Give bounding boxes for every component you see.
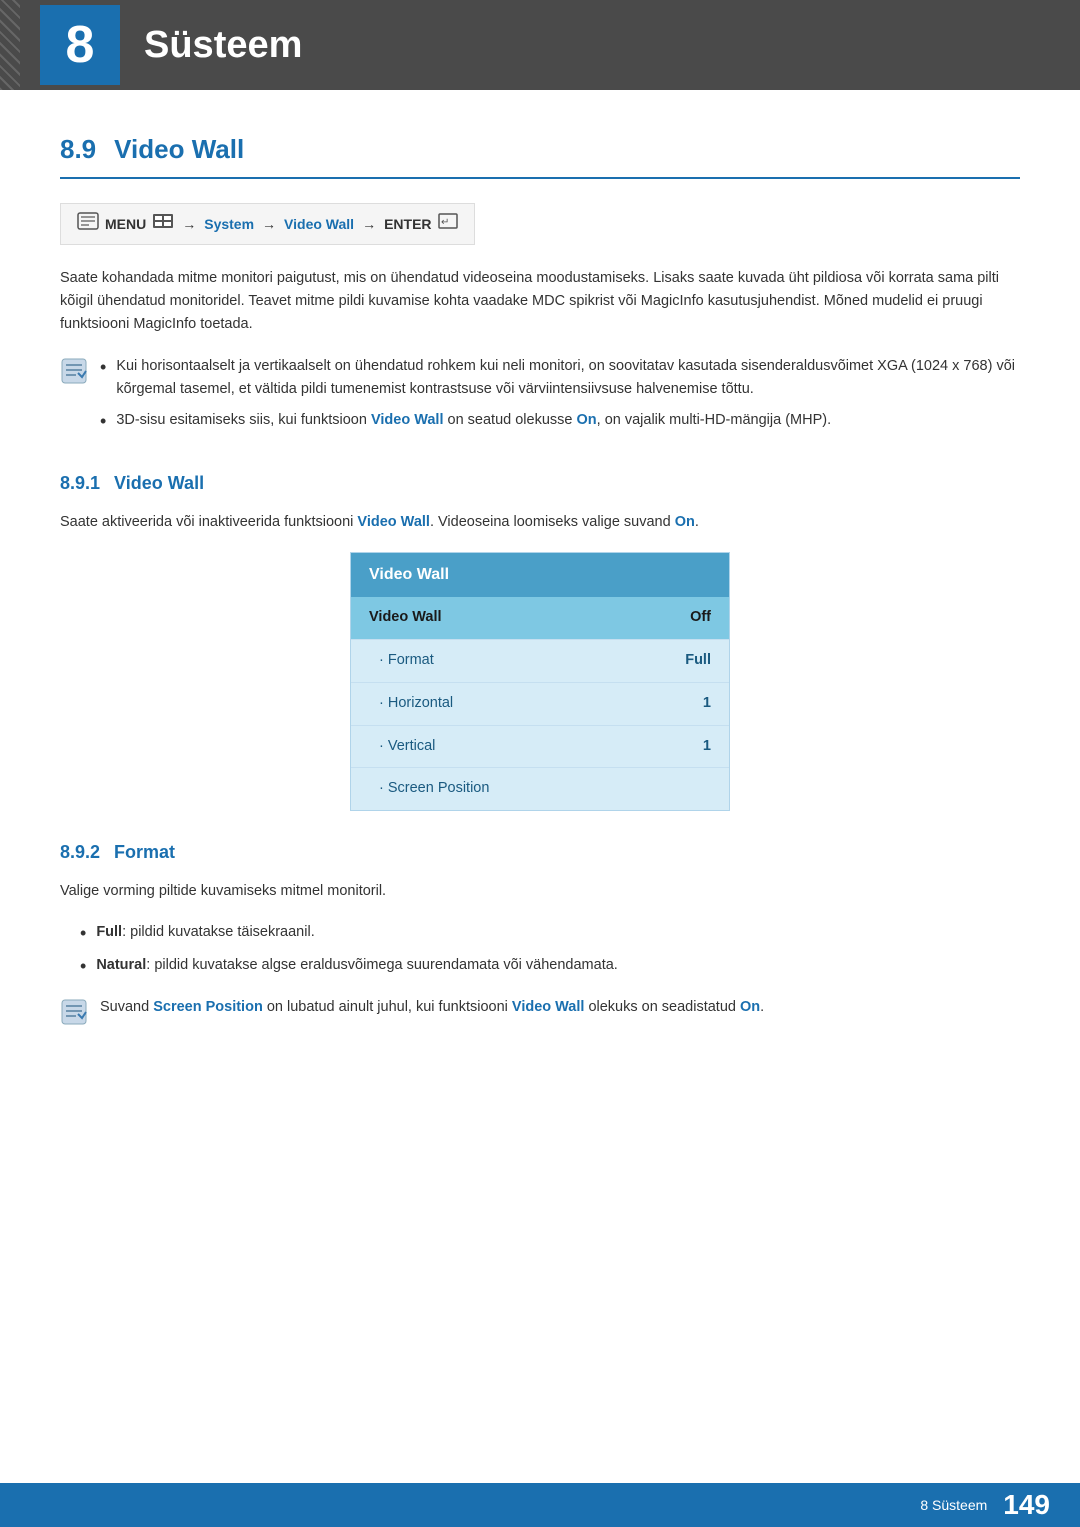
section-892-title: Format (114, 839, 175, 866)
remote-icon (77, 212, 99, 236)
format-bullet-full: Full: pildid kuvatakse täisekraanil. (80, 921, 1020, 946)
note-box-2: Suvand Screen Position on lubatud ainult… (60, 996, 1020, 1026)
menu-label: MENU (105, 214, 146, 235)
arrow-1: → (182, 214, 196, 235)
main-content: 8.9 Video Wall MENU → System → Video (0, 90, 1080, 1096)
section-892-heading: 8.9.2 Format (60, 839, 1020, 866)
footer-page: 149 (1003, 1484, 1050, 1526)
note-icon-2 (60, 998, 88, 1026)
section-89-number: 8.9 (60, 130, 96, 169)
menu-path-bar: MENU → System → Video Wall → ENTER ↵ (60, 203, 475, 245)
chapter-title: Süsteem (144, 17, 302, 74)
enter-icon: ↵ (438, 213, 458, 235)
menu-row-vertical: · Vertical 1 (351, 726, 729, 769)
section-891-intro: Saate aktiveerida või inaktiveerida funk… (60, 511, 1020, 534)
note-box-1: Kui horisontaalselt ja vertikaalselt on … (60, 355, 1020, 443)
menu-icon-box (152, 213, 174, 235)
menu-row-screen-position: · Screen Position (351, 768, 729, 810)
page-footer: 8 Süsteem 149 (0, 1483, 1080, 1527)
note-content-2: Suvand Screen Position on lubatud ainult… (100, 996, 1020, 1019)
header-decoration (0, 0, 20, 90)
menu-box-title: Video Wall (351, 553, 729, 597)
system-link: System (204, 214, 254, 235)
note-bullet-2: 3D-sisu esitamiseks siis, kui funktsioon… (100, 409, 1020, 434)
section-89-heading: 8.9 Video Wall (60, 130, 1020, 179)
format-bullet-list: Full: pildid kuvatakse täisekraanil. Nat… (80, 921, 1020, 979)
menu-row-videowall: Video Wall Off (351, 597, 729, 640)
chapter-number: 8 (40, 5, 120, 85)
note-content-1: Kui horisontaalselt ja vertikaalselt on … (100, 355, 1020, 443)
footer-label: 8 Süsteem (920, 1495, 987, 1516)
video-wall-menu-container: Video Wall Video Wall Off · Format Full … (60, 552, 1020, 811)
section-891-number: 8.9.1 (60, 470, 100, 497)
videowall-link: Video Wall (284, 214, 354, 235)
arrow-3: → (362, 214, 376, 235)
note-bullet-1: Kui horisontaalselt ja vertikaalselt on … (100, 355, 1020, 401)
section-892-intro: Valige vorming piltide kuvamiseks mitmel… (60, 880, 1020, 903)
arrow-2: → (262, 214, 276, 235)
enter-label: ENTER (384, 214, 431, 235)
section-891-title: Video Wall (114, 470, 204, 497)
note-icon-1 (60, 357, 88, 385)
page-header: 8 Süsteem (0, 0, 1080, 90)
video-wall-menu-box: Video Wall Video Wall Off · Format Full … (350, 552, 730, 811)
section-89-intro: Saate kohandada mitme monitori paigutust… (60, 267, 1020, 337)
section-89-title: Video Wall (114, 130, 244, 169)
section-891-heading: 8.9.1 Video Wall (60, 470, 1020, 497)
menu-row-horizontal: · Horizontal 1 (351, 683, 729, 726)
format-bullet-natural: Natural: pildid kuvatakse algse eraldusv… (80, 954, 1020, 979)
menu-row-format: · Format Full (351, 640, 729, 683)
section-892-number: 8.9.2 (60, 839, 100, 866)
svg-text:↵: ↵ (441, 217, 449, 228)
